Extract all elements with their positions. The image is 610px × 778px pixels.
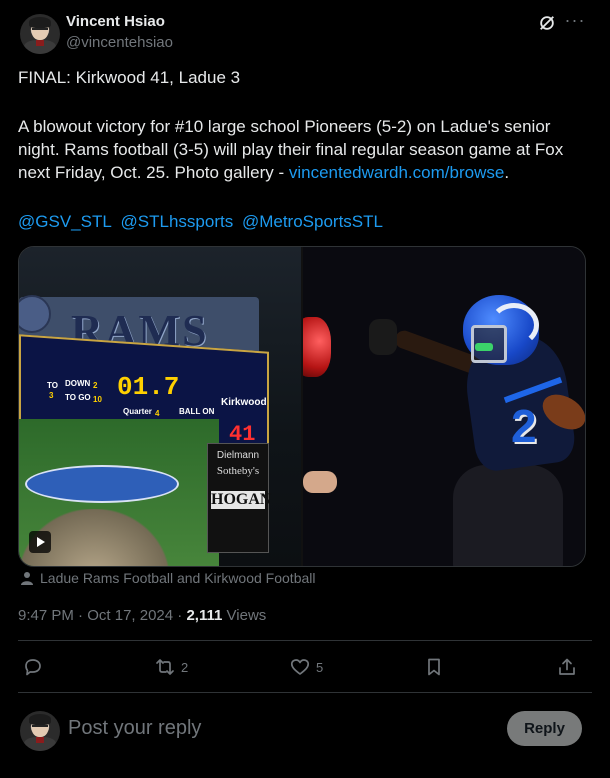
scoreboard-video[interactable]: RAMS TO 3 DOWN 2 TO GO 10 01.7 Quarter 4…	[19, 247, 301, 566]
scoreboard-down-label: DOWN	[65, 379, 91, 388]
more-icon[interactable]: ···	[564, 11, 586, 33]
views-label: Views	[226, 607, 267, 624]
scoreboard-home-team: Kirkwood	[221, 397, 267, 408]
bookmark-icon	[428, 658, 440, 676]
scoreboard-togo-label: TO GO	[65, 393, 91, 402]
tagged-people[interactable]: Ladue Rams Football and Kirkwood Footbal…	[20, 570, 316, 586]
author-avatar[interactable]	[20, 14, 60, 54]
scoreboard-to-label: TO	[47, 381, 58, 390]
share-icon	[559, 658, 575, 675]
divider-top	[18, 640, 592, 641]
views-count: 2,111	[186, 607, 223, 624]
sponsor-dielmann: Dielmann	[216, 450, 260, 461]
heart-icon	[290, 659, 310, 675]
author-handle[interactable]: @vincentehsiao	[66, 34, 173, 51]
share-action[interactable]	[557, 655, 577, 679]
reply-button[interactable]: Reply	[507, 711, 582, 746]
scoreboard-to-value: 3	[49, 391, 54, 400]
media-grid: RAMS TO 3 DOWN 2 TO GO 10 01.7 Quarter 4…	[18, 246, 586, 567]
play-icon[interactable]	[29, 531, 51, 553]
mention-stlhssports[interactable]: @STLhssports	[121, 212, 234, 231]
person-icon	[21, 572, 33, 585]
player-photo[interactable]: 2	[303, 247, 585, 566]
scoreboard-togo-value: 10	[93, 395, 102, 404]
sponsor-hogan: HOGAN	[211, 491, 272, 509]
repost-count: 2	[181, 659, 189, 675]
like-count: 5	[316, 659, 324, 675]
tagged-people-text: Ladue Rams Football and Kirkwood Footbal…	[40, 570, 316, 586]
scoreboard-clock: 01.7	[117, 372, 180, 402]
mention-gsv-stl[interactable]: @GSV_STL	[18, 212, 112, 231]
gallery-link[interactable]: vincentedwardh.com/browse	[289, 163, 504, 182]
divider-bottom	[18, 692, 592, 693]
current-user-avatar[interactable]	[20, 711, 60, 751]
scoreboard-quarter-value: 4	[155, 409, 160, 418]
jersey-number: 2	[511, 400, 537, 452]
bookmark-action[interactable]	[424, 655, 444, 679]
mention-metrosportsstl[interactable]: @MetroSportsSTL	[242, 212, 383, 231]
post-detail: Vincent Hsiao @vincentehsiao ··· FINAL: …	[0, 0, 610, 778]
post-body: A blowout victory for #10 large school P…	[18, 115, 588, 184]
reply-icon	[25, 659, 41, 676]
scoreboard-ballon-label: BALL ON	[179, 407, 215, 416]
like-action[interactable]: 5	[290, 655, 323, 679]
grok-icon[interactable]	[538, 14, 556, 32]
post-meta: 9:47 PM · Oct 17, 2024 · 2,111 Views	[18, 607, 267, 624]
author-name[interactable]: Vincent Hsiao	[66, 13, 165, 30]
post-mentions: @GSV_STL @STLhssports @MetroSportsSTL	[18, 210, 588, 233]
repost-action[interactable]: 2	[155, 655, 188, 679]
reply-action[interactable]	[23, 655, 43, 679]
scoreboard-down-value: 2	[93, 381, 98, 390]
post-headline: FINAL: Kirkwood 41, Ladue 3	[18, 68, 241, 87]
reply-input[interactable]: Post your reply	[68, 717, 201, 740]
post-time[interactable]: 9:47 PM	[18, 607, 74, 624]
repost-icon	[156, 659, 174, 675]
scoreboard-sponsor-panel: Dielmann Sotheby's HOGAN	[207, 443, 272, 553]
scoreboard-quarter-label: Quarter	[123, 407, 152, 416]
post-body-end: .	[504, 163, 510, 182]
sponsor-sothebys: Sotheby's	[216, 465, 260, 477]
action-bar: 2 5	[0, 655, 610, 681]
post-date[interactable]: Oct 17, 2024	[87, 607, 173, 624]
